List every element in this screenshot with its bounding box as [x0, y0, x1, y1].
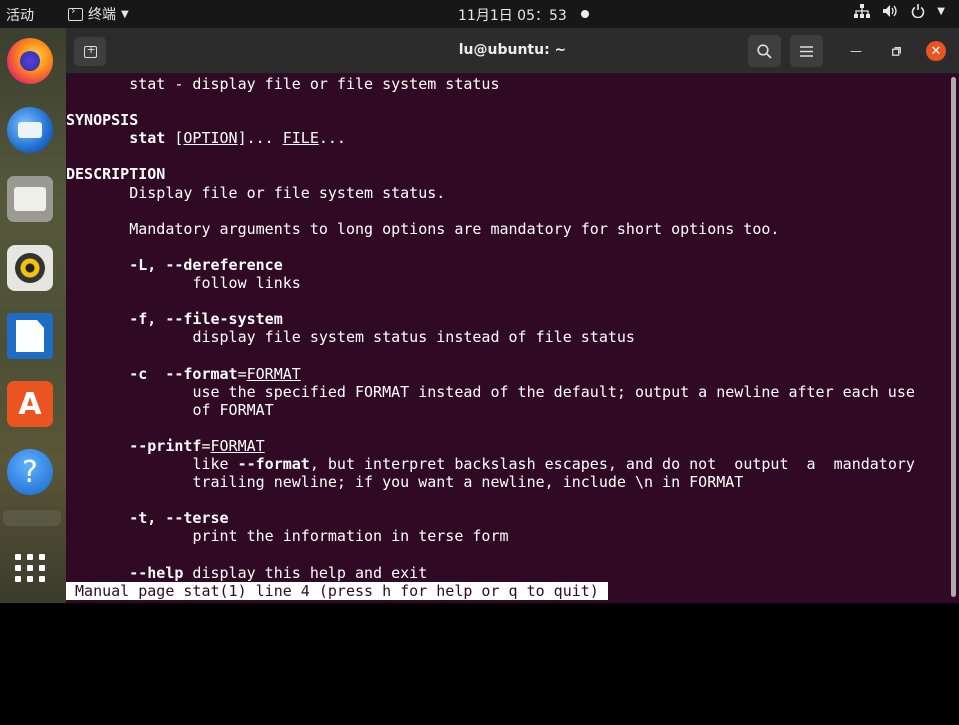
search-button[interactable] [748, 35, 781, 67]
app-menu-label: 终端 [88, 7, 116, 23]
terminal-content[interactable]: stat - display file or file system statu… [66, 75, 949, 603]
terminal-window: lu@ubuntu: ~ — ✕ stat - display file or … [66, 28, 959, 603]
option-desc: like [192, 454, 238, 473]
option-desc: print the information in terse form [192, 527, 509, 546]
chevron-down-icon: ▼ [121, 8, 129, 20]
network-icon [854, 4, 871, 18]
synopsis-option: OPTION [183, 129, 238, 148]
desc-line: Display file or file system status. [129, 183, 446, 202]
app-menu[interactable]: 终端 ▼ [68, 4, 129, 24]
synopsis-file: FILE [282, 129, 319, 148]
activities-button[interactable]: 活动 [6, 5, 34, 25]
option-desc: trailing newline; if you want a newline,… [192, 473, 744, 492]
pager-status-line: Manual page stat(1) line 4 (press h for … [66, 581, 608, 600]
option-file-system: -f, --file-system [129, 310, 283, 329]
option-dereference: -L, --dereference [129, 255, 283, 274]
maximize-button[interactable] [886, 41, 906, 61]
option-terse: -t, --terse [129, 509, 229, 528]
option-printf-arg: FORMAT [210, 436, 265, 455]
option-desc: display this help and exit [183, 563, 428, 582]
option-help: --help [129, 563, 184, 582]
firefox-icon[interactable] [7, 38, 53, 84]
dock: A ? [0, 28, 66, 603]
system-menu[interactable]: ▼ [854, 4, 945, 18]
option-ref: --format [237, 454, 310, 473]
files-icon[interactable] [7, 176, 53, 222]
power-icon [912, 4, 925, 18]
top-bar: 活动 终端 ▼ 11月1日 05：53 ▼ [0, 0, 959, 28]
terminal-icon [68, 4, 83, 21]
scrollbar[interactable] [949, 75, 959, 603]
software-store-icon[interactable]: A [7, 381, 53, 427]
rhythmbox-icon[interactable] [7, 245, 53, 291]
hamburger-icon [800, 45, 813, 57]
manpage-text: stat - display file or file system statu… [66, 75, 915, 600]
chevron-down-icon: ▼ [937, 5, 945, 17]
name-line: stat - display file or file system statu… [129, 75, 500, 93]
search-icon [757, 43, 772, 59]
option-desc: display file system status instead of fi… [192, 328, 635, 347]
option-format: -c --format [129, 364, 238, 383]
description-heading: DESCRIPTION [66, 165, 166, 184]
close-icon: ✕ [930, 43, 942, 59]
clock[interactable]: 11月1日 05：53 [458, 5, 567, 25]
minimize-button[interactable]: — [846, 41, 866, 61]
window-title: lu@ubuntu: ~ [458, 42, 567, 58]
scrollbar-thumb[interactable] [951, 77, 956, 597]
dock-separator [3, 510, 61, 526]
desc-line: Mandatory arguments to long options are … [129, 219, 780, 238]
option-format-arg: FORMAT [246, 364, 301, 383]
menu-button[interactable] [790, 35, 823, 67]
volume-icon [883, 5, 897, 17]
writer-icon[interactable] [7, 313, 53, 359]
help-icon[interactable]: ? [7, 449, 53, 495]
minimize-icon: — [850, 44, 862, 58]
option-printf: --printf [129, 436, 202, 455]
thunderbird-icon[interactable] [7, 107, 53, 153]
notification-dot [581, 10, 589, 18]
close-button[interactable]: ✕ [926, 41, 946, 61]
option-desc: , but interpret backslash escapes, and d… [309, 454, 915, 473]
option-desc: follow links [192, 274, 301, 293]
restore-icon [891, 46, 901, 56]
synopsis-command: stat [129, 129, 166, 148]
option-desc: of FORMAT [192, 400, 274, 419]
synopsis-heading: SYNOPSIS [66, 111, 139, 130]
option-desc: use the specified FORMAT instead of the … [192, 382, 915, 401]
app-grid-icon[interactable] [7, 545, 53, 591]
header-bar: lu@ubuntu: ~ — ✕ [66, 28, 959, 74]
